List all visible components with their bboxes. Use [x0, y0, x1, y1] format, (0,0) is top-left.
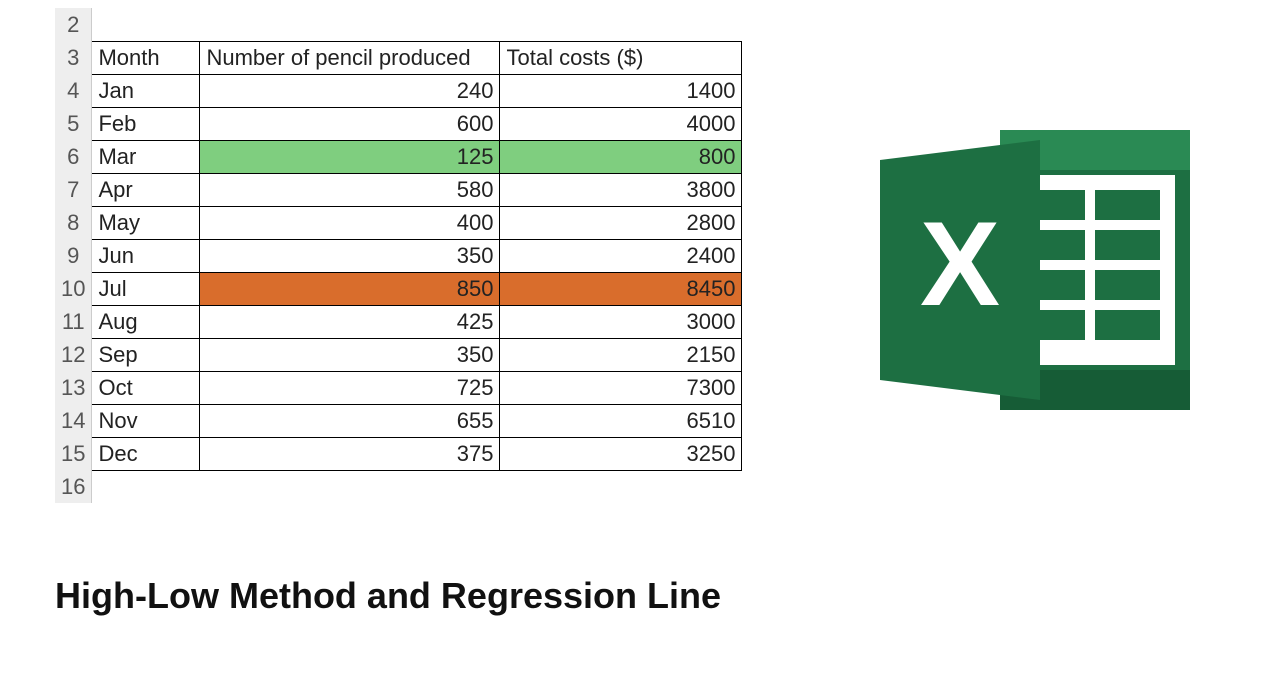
cell-cost[interactable]: 2150 [500, 338, 742, 371]
cell-pencil[interactable]: 375 [200, 437, 500, 470]
excel-icon: X [870, 120, 1200, 425]
table-row[interactable]: 10 Jul 850 8450 [55, 272, 742, 305]
header-cost[interactable]: Total costs ($) [500, 41, 742, 74]
row-number-cell[interactable]: 13 [55, 371, 92, 404]
cell-month[interactable]: Oct [92, 371, 200, 404]
row-number-cell[interactable]: 7 [55, 173, 92, 206]
cell-month[interactable]: Dec [92, 437, 200, 470]
cell-pencil[interactable]: 350 [200, 338, 500, 371]
cell-pencil[interactable]: 425 [200, 305, 500, 338]
cell[interactable] [92, 470, 200, 503]
cell-cost[interactable]: 3800 [500, 173, 742, 206]
row-number-cell[interactable]: 5 [55, 107, 92, 140]
row-number-cell[interactable]: 3 [55, 41, 92, 74]
page-title: High-Low Method and Regression Line [55, 575, 721, 617]
cell-cost[interactable]: 2400 [500, 239, 742, 272]
cell[interactable] [500, 470, 742, 503]
table-row[interactable]: 14 Nov 655 6510 [55, 404, 742, 437]
cell-month[interactable]: May [92, 206, 200, 239]
table-row[interactable]: 7 Apr 580 3800 [55, 173, 742, 206]
table-row[interactable]: 8 May 400 2800 [55, 206, 742, 239]
cell-pencil[interactable]: 850 [200, 272, 500, 305]
cell-cost[interactable]: 3000 [500, 305, 742, 338]
cell-cost[interactable]: 800 [500, 140, 742, 173]
cell-month[interactable]: Mar [92, 140, 200, 173]
header-pencil[interactable]: Number of pencil produced [200, 41, 500, 74]
row-number-cell[interactable]: 14 [55, 404, 92, 437]
cell-month[interactable]: Jun [92, 239, 200, 272]
svg-text:X: X [920, 197, 1000, 331]
cell-month[interactable]: Apr [92, 173, 200, 206]
table-header-row[interactable]: 3 Month Number of pencil produced Total … [55, 41, 742, 74]
cell-month[interactable]: Jan [92, 74, 200, 107]
table-row[interactable]: 15 Dec 375 3250 [55, 437, 742, 470]
row-number-cell[interactable]: 11 [55, 305, 92, 338]
cell-cost[interactable]: 8450 [500, 272, 742, 305]
cell-month[interactable]: Feb [92, 107, 200, 140]
cell-cost[interactable]: 4000 [500, 107, 742, 140]
table-row[interactable]: 11 Aug 425 3000 [55, 305, 742, 338]
cell-cost[interactable]: 3250 [500, 437, 742, 470]
table-row[interactable]: 4 Jan 240 1400 [55, 74, 742, 107]
cell-pencil[interactable]: 725 [200, 371, 500, 404]
header-month[interactable]: Month [92, 41, 200, 74]
spreadsheet-area[interactable]: 2 3 Month Number of pencil produced Tota… [55, 8, 742, 503]
table-row[interactable]: 16 [55, 470, 742, 503]
row-number-cell[interactable]: 16 [55, 470, 92, 503]
cell[interactable] [92, 8, 200, 41]
cell-month[interactable]: Nov [92, 404, 200, 437]
cell-pencil[interactable]: 580 [200, 173, 500, 206]
row-number-cell[interactable]: 12 [55, 338, 92, 371]
cell[interactable] [200, 8, 500, 41]
cell-pencil[interactable]: 350 [200, 239, 500, 272]
cell-month[interactable]: Jul [92, 272, 200, 305]
cell-pencil[interactable]: 600 [200, 107, 500, 140]
cell-cost[interactable]: 6510 [500, 404, 742, 437]
data-table[interactable]: 2 3 Month Number of pencil produced Tota… [55, 8, 742, 503]
row-number-cell[interactable]: 6 [55, 140, 92, 173]
table-row[interactable]: 6 Mar 125 800 [55, 140, 742, 173]
row-number-cell[interactable]: 15 [55, 437, 92, 470]
cell-month[interactable]: Aug [92, 305, 200, 338]
cell-cost[interactable]: 7300 [500, 371, 742, 404]
cell[interactable] [500, 8, 742, 41]
row-number-cell[interactable]: 2 [55, 8, 92, 41]
row-number-cell[interactable]: 4 [55, 74, 92, 107]
table-row[interactable]: 12 Sep 350 2150 [55, 338, 742, 371]
cell[interactable] [200, 470, 500, 503]
cell-pencil[interactable]: 400 [200, 206, 500, 239]
row-number-cell[interactable]: 10 [55, 272, 92, 305]
cell-pencil[interactable]: 655 [200, 404, 500, 437]
row-number-cell[interactable]: 9 [55, 239, 92, 272]
cell-cost[interactable]: 1400 [500, 74, 742, 107]
cell-cost[interactable]: 2800 [500, 206, 742, 239]
table-row[interactable]: 13 Oct 725 7300 [55, 371, 742, 404]
cell-pencil[interactable]: 125 [200, 140, 500, 173]
row-number-cell[interactable]: 8 [55, 206, 92, 239]
cell-month[interactable]: Sep [92, 338, 200, 371]
table-row[interactable]: 5 Feb 600 4000 [55, 107, 742, 140]
cell-pencil[interactable]: 240 [200, 74, 500, 107]
table-row[interactable]: 9 Jun 350 2400 [55, 239, 742, 272]
table-row[interactable]: 2 [55, 8, 742, 41]
